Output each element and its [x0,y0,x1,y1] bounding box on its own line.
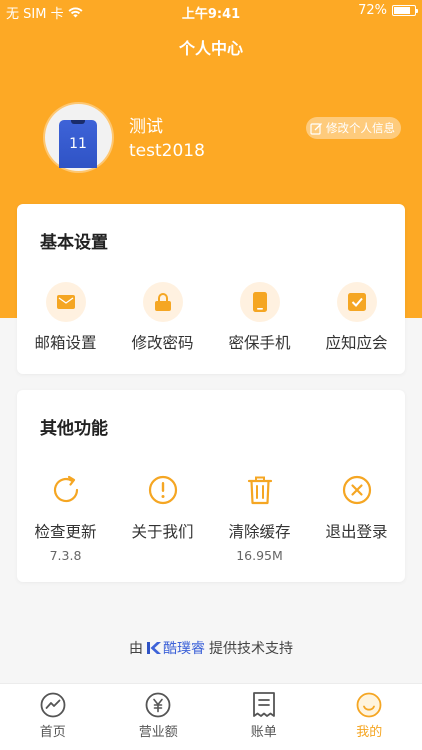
mail-settings-label: 邮箱设置 [34,334,97,352]
battery-icon [392,5,418,16]
checkbox-icon [336,282,377,322]
edit-icon [310,122,322,135]
check-update-label: 检查更新 [34,523,97,541]
tab-bills[interactable]: 账单 [211,684,317,750]
mail-settings-item[interactable]: 邮箱设置 [17,282,114,353]
logout-item[interactable]: 退出登录 [308,470,405,563]
basic-settings-card: 基本设置 邮箱设置 修改密码 密保手机 应知应会 [17,204,405,374]
receipt-icon [252,692,275,717]
change-password-item[interactable]: 修改密码 [114,282,211,353]
avatar[interactable]: 11 [45,104,112,171]
tab-home[interactable]: 首页 [0,684,106,750]
tab-home-label: 首页 [39,725,66,740]
user-name: 测试 [129,117,163,137]
clear-cache-item[interactable]: 清除缓存 16.95M [211,470,308,563]
tab-mine-label: 我的 [356,725,383,740]
check-update-item[interactable]: 检查更新 7.3.8 [17,470,114,563]
tab-revenue-label: 营业额 [138,725,178,740]
app-version: 7.3.8 [49,548,82,563]
chart-icon [40,692,66,718]
security-phone-item[interactable]: 密保手机 [211,282,308,353]
tab-bills-label: 账单 [250,725,277,740]
logout-icon [337,470,377,510]
brand-logo: 酷璞睿 [147,638,205,658]
mail-icon [45,282,86,322]
basic-settings-grid: 邮箱设置 修改密码 密保手机 应知应会 [17,282,405,353]
other-functions-card: 其他功能 检查更新 7.3.8 关于我们 清除缓存 16.95M 退出登录 [17,390,405,582]
powered-prefix: 由 [129,641,143,657]
edit-profile-button[interactable]: 修改个人信息 [306,117,401,139]
yen-icon [145,692,171,718]
tab-bar: 首页 营业额 账单 我的 [0,683,422,750]
basic-settings-title: 基本设置 [40,233,108,253]
clear-cache-label: 清除缓存 [228,523,291,541]
powered-suffix: 提供技术支持 [209,641,293,657]
logout-label: 退出登录 [325,523,388,541]
cache-size: 16.95M [236,548,283,563]
battery-percent: 72% [358,3,387,18]
knowledge-label: 应知应会 [325,334,388,352]
refresh-icon [46,470,86,510]
smile-icon [356,692,382,718]
edit-profile-label: 修改个人信息 [326,121,395,135]
status-bar: 无 SIM 卡 上午9:41 72% [0,0,422,22]
tab-revenue[interactable]: 营业额 [106,684,212,750]
battery-info: 72% [358,3,418,18]
about-us-label: 关于我们 [131,523,194,541]
change-password-label: 修改密码 [131,334,194,352]
knowledge-item[interactable]: 应知应会 [308,282,405,353]
user-account: test2018 [129,141,205,161]
security-phone-label: 密保手机 [228,334,291,352]
other-functions-title: 其他功能 [40,419,108,439]
avatar-phone-icon: 11 [59,120,97,168]
phone-icon [239,282,280,322]
other-functions-grid: 检查更新 7.3.8 关于我们 清除缓存 16.95M 退出登录 [17,470,405,563]
avatar-text: 11 [69,136,87,152]
page-title: 个人中心 [178,39,243,58]
powered-by: 由 酷璞睿 提供技术支持 [0,638,422,658]
about-us-item[interactable]: 关于我们 [114,470,211,563]
tab-mine[interactable]: 我的 [317,684,422,750]
brand-name: 酷璞睿 [163,641,205,657]
info-icon [143,470,183,510]
trash-icon [240,470,280,510]
lock-icon [142,282,183,322]
brand-logo-icon [147,642,161,654]
